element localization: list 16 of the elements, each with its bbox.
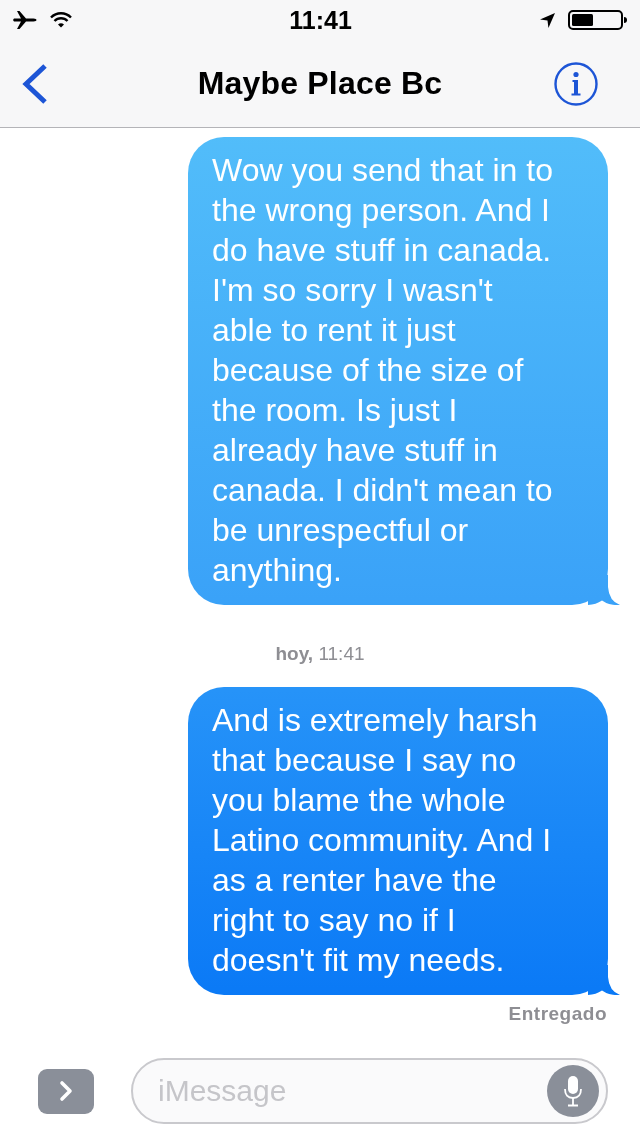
message-bubble: Wow you send that in to the wrong person. And I do have stuff in canada. I'm so sorry I wasn't able to rent it just because of the size of the room. Is just I already have stuff in canada. I didn't mean to be unrespectful or anything.	[188, 137, 620, 605]
location-arrow-icon	[540, 12, 555, 28]
chevron-right-icon	[59, 1080, 73, 1102]
microphone-icon	[563, 1075, 583, 1107]
info-button[interactable]	[554, 61, 598, 106]
wifi-icon	[50, 12, 72, 28]
message-timestamp: hoy, 11:41	[275, 643, 365, 665]
expand-button[interactable]	[38, 1068, 94, 1114]
info-icon	[554, 61, 598, 106]
battery-icon	[568, 10, 628, 30]
status-time: 11:41	[289, 5, 352, 35]
airplane-icon	[13, 10, 37, 30]
delivery-status: Entregado	[508, 1003, 607, 1025]
message-bubble: And is extremely harsh that because I say no you blame the whole Latino community. And I as a renter have the right to say no if I doesn't fit my needs.	[188, 687, 620, 995]
conversation-title: Maybe Place Bc	[197, 65, 443, 102]
chevron-left-icon	[22, 62, 48, 105]
